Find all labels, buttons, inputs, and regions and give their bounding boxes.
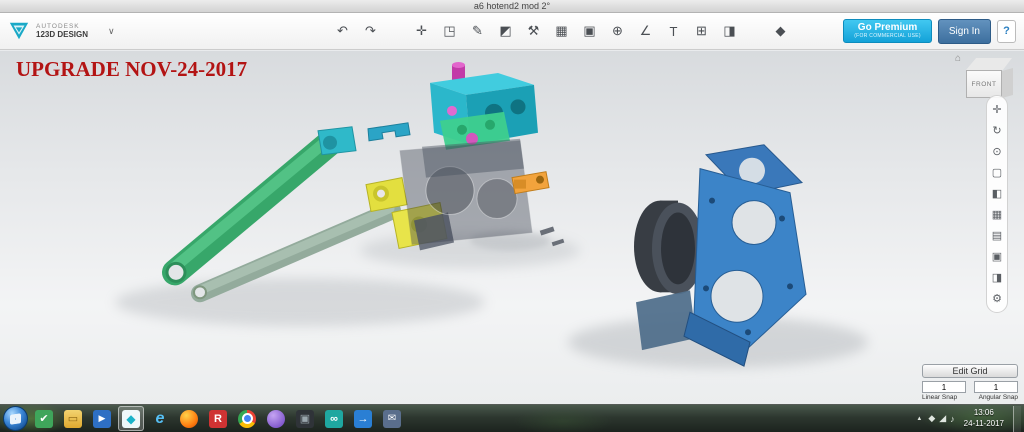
app-menu[interactable]: AUTODESK 123D DESIGN ∨ bbox=[8, 20, 115, 42]
taskbar-123d-design-icon[interactable]: ◆ bbox=[118, 406, 144, 431]
taskbar-mail-icon[interactable]: ✉ bbox=[379, 406, 405, 431]
taskbar-folder-icon[interactable]: ▭ bbox=[60, 406, 86, 431]
pan-icon[interactable]: ✛ bbox=[988, 101, 1006, 118]
sign-in-button[interactable]: Sign In bbox=[937, 18, 991, 44]
taskbar-clock[interactable]: 13:06 24-11-2017 bbox=[964, 408, 1004, 429]
navigation-toolbar: ✛ ↻ ⊙ ▢ ◧ ▦ ▤ ▣ ◨ ⚙ bbox=[986, 95, 1008, 313]
linear-snap-label: Linear Snap bbox=[922, 394, 958, 401]
zoom-icon[interactable]: ⊙ bbox=[988, 143, 1006, 160]
grid-panel: Edit Grid Linear Snap Angular Snap bbox=[922, 361, 1018, 401]
modeling-tool-icons: ↶ ↷ ✛ ◳ ✎ ◩ ⚒ ▦ ▣ ⊕ ∠ T ⊞ ◨ ◆ bbox=[332, 13, 791, 49]
viewport-canvas[interactable] bbox=[0, 51, 1024, 404]
app-window: a6 hotend2 mod 2° AUTODESK 123D DESIGN ∨… bbox=[0, 0, 1024, 432]
orbit-icon[interactable]: ↻ bbox=[988, 122, 1006, 139]
windows-flag-icon bbox=[10, 412, 21, 425]
taskbar-internet-explorer-icon[interactable]: e bbox=[147, 406, 173, 431]
taskbar-media-player-icon[interactable]: ▶ bbox=[89, 406, 115, 431]
start-button[interactable] bbox=[3, 406, 28, 431]
tray-volume-icon[interactable]: ♪ bbox=[950, 414, 955, 424]
taskbar-downloader-icon[interactable]: → bbox=[350, 406, 376, 431]
grouping-icon[interactable]: ▣ bbox=[579, 21, 600, 42]
snap-inputs-row bbox=[922, 381, 1018, 393]
measure-icon[interactable]: ∠ bbox=[635, 21, 656, 42]
taskbar-firefox-icon[interactable] bbox=[176, 406, 202, 431]
undo-icon[interactable]: ↶ bbox=[332, 21, 353, 42]
model-extruder-assembly[interactable] bbox=[399, 61, 538, 245]
viewcube-front-face[interactable]: FRONT bbox=[966, 70, 1002, 98]
edit-grid-button[interactable]: Edit Grid bbox=[922, 364, 1018, 378]
taskbar: ✔ ▭ ▶ ◆ e R ▣ ∞ → ✉ ▲ ◆ ◢ ♪ 13:06 24-11-… bbox=[0, 404, 1024, 432]
tray-network-icon[interactable]: ◢ bbox=[939, 413, 946, 424]
angular-snap-label: Angular Snap bbox=[978, 394, 1018, 401]
document-title: a6 hotend2 mod 2° bbox=[473, 1, 551, 11]
redo-icon[interactable]: ↷ bbox=[360, 21, 381, 42]
clock-date: 24-11-2017 bbox=[963, 418, 1004, 428]
123d-logo-icon bbox=[9, 22, 29, 40]
clock-time: 13:06 bbox=[973, 408, 994, 418]
taskbar-chrome-icon[interactable] bbox=[234, 406, 260, 431]
construct-icon[interactable]: ◩ bbox=[495, 21, 516, 42]
viewcube-front-label: FRONT bbox=[971, 80, 997, 88]
taskbar-antivirus-icon[interactable]: ✔ bbox=[31, 406, 57, 431]
material-icon[interactable]: ◆ bbox=[770, 21, 791, 42]
system-tray: ▲ ◆ ◢ ♪ 13:06 24-11-2017 bbox=[914, 405, 1021, 432]
taskbar-realplayer-icon[interactable]: R bbox=[205, 406, 231, 431]
go-premium-button[interactable]: Go Premium (FOR COMMERCIAL USE) bbox=[843, 19, 932, 43]
outline-view-icon[interactable]: ◨ bbox=[988, 269, 1006, 286]
text-tool-icon[interactable]: T bbox=[663, 21, 684, 42]
tray-status-icon[interactable]: ◆ bbox=[928, 413, 935, 424]
view-icon[interactable]: ◨ bbox=[719, 21, 740, 42]
taskbar-messenger-icon[interactable] bbox=[263, 406, 289, 431]
shaded-view-icon[interactable]: ◧ bbox=[988, 185, 1006, 202]
modify-icon[interactable]: ⚒ bbox=[523, 21, 544, 42]
screenshot-icon[interactable]: ▣ bbox=[988, 248, 1006, 265]
taskbar-photo-tool-icon[interactable]: ∞ bbox=[321, 406, 347, 431]
hidden-edges-icon[interactable]: ▤ bbox=[988, 227, 1006, 244]
transform-icon[interactable]: ✛ bbox=[411, 21, 432, 42]
model-clip-part[interactable] bbox=[367, 122, 411, 142]
viewcube-top-face[interactable] bbox=[966, 58, 1012, 70]
show-desktop-button[interactable] bbox=[1013, 405, 1021, 432]
viewcube-side-face[interactable] bbox=[1002, 68, 1013, 98]
main-toolbar: AUTODESK 123D DESIGN ∨ ↶ ↷ ✛ ◳ ✎ ◩ ⚒ ▦ ▣… bbox=[0, 13, 1024, 50]
wireframe-view-icon[interactable]: ▦ bbox=[988, 206, 1006, 223]
window-titlebar: a6 hotend2 mod 2° bbox=[0, 0, 1024, 13]
upgrade-annotation: UPGRADE NOV-24-2017 bbox=[16, 57, 248, 81]
help-button[interactable]: ? bbox=[997, 19, 1016, 43]
snap-labels-row: Linear Snap Angular Snap bbox=[922, 394, 1018, 401]
app-menu-chevron-icon[interactable]: ∨ bbox=[108, 26, 115, 37]
snap-icon[interactable]: ⊞ bbox=[691, 21, 712, 42]
view-settings-icon[interactable]: ⚙ bbox=[988, 290, 1006, 307]
brand-text: AUTODESK 123D DESIGN bbox=[36, 22, 89, 40]
model-arm-assembly[interactable] bbox=[162, 126, 401, 303]
taskbar-utility-icon[interactable]: ▣ bbox=[292, 406, 318, 431]
angular-snap-input[interactable] bbox=[974, 381, 1018, 393]
toolbar-right-controls: Go Premium (FOR COMMERCIAL USE) Sign In … bbox=[843, 18, 1016, 44]
sketch-icon[interactable]: ✎ bbox=[467, 21, 488, 42]
primitives-icon[interactable]: ◳ bbox=[439, 21, 460, 42]
fit-view-icon[interactable]: ▢ bbox=[988, 164, 1006, 181]
viewport-3d[interactable]: UPGRADE NOV-24-2017 ⌂ FRONT ✛ ↻ ⊙ ▢ ◧ ▦ … bbox=[0, 51, 1024, 404]
home-view-icon[interactable]: ⌂ bbox=[955, 53, 961, 64]
linear-snap-input[interactable] bbox=[922, 381, 966, 393]
tray-expand-icon[interactable]: ▲ bbox=[914, 416, 924, 422]
pattern-icon[interactable]: ▦ bbox=[551, 21, 572, 42]
combine-icon[interactable]: ⊕ bbox=[607, 21, 628, 42]
